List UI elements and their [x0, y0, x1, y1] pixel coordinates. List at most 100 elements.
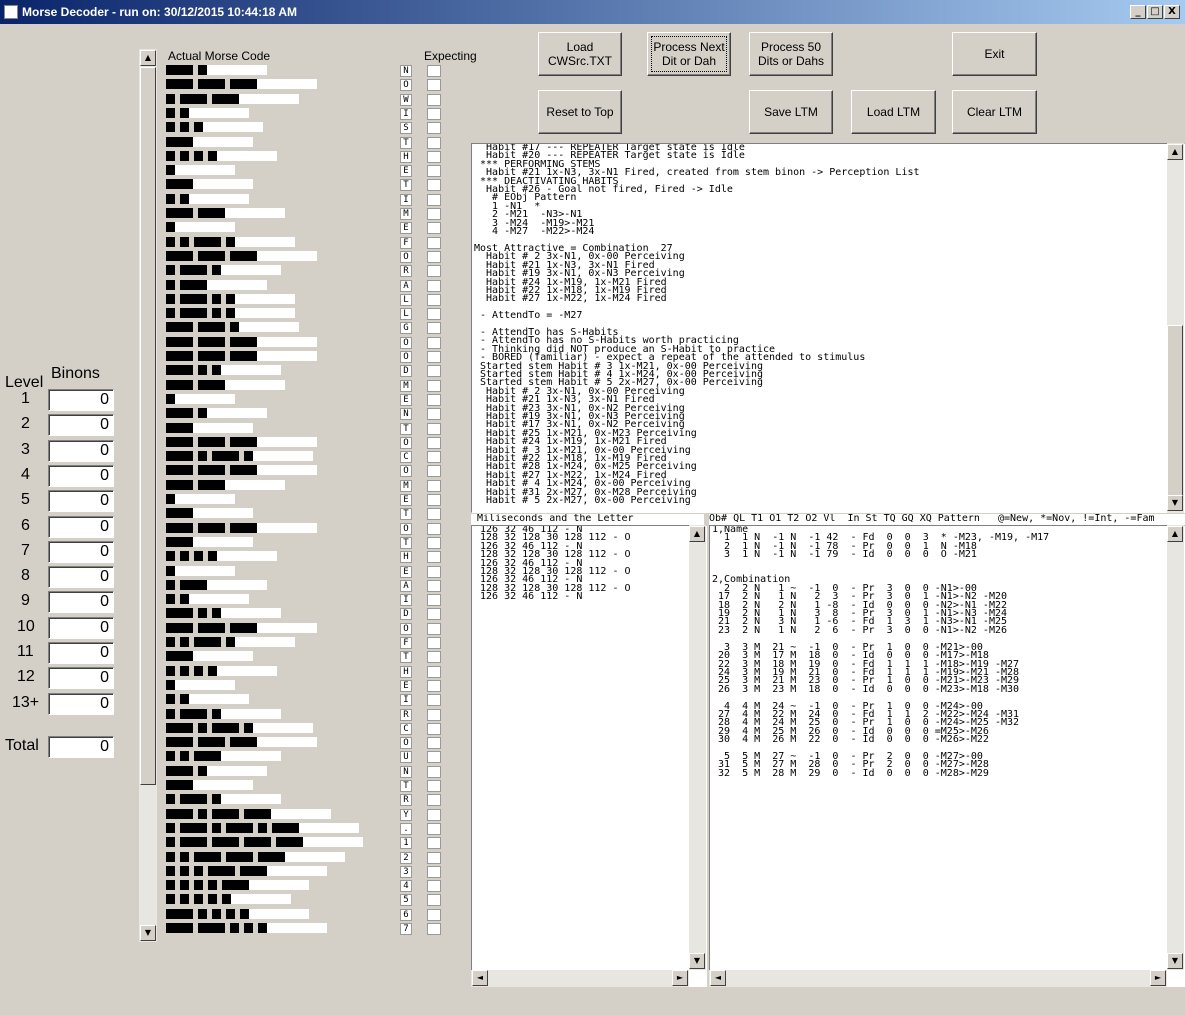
- dit-mark: [198, 65, 207, 75]
- binon-count-field[interactable]: 0: [48, 464, 114, 487]
- expecting-letter: [427, 723, 441, 735]
- silence-mark: [207, 580, 267, 590]
- silence-mark: [217, 666, 277, 676]
- morse-scrollbar[interactable]: ▲ ▼: [139, 49, 157, 942]
- binon-count-field[interactable]: 0: [48, 566, 114, 589]
- exit-button[interactable]: Exit: [952, 32, 1037, 76]
- dit-mark: [166, 880, 175, 890]
- binon-count-field[interactable]: 0: [48, 540, 114, 563]
- silence-mark: [207, 766, 267, 776]
- dah-mark: [230, 465, 257, 475]
- silence-mark: [217, 551, 277, 561]
- actual-letter: 5: [400, 894, 412, 906]
- binon-count-field[interactable]: 0: [48, 490, 114, 513]
- dah-mark: [272, 823, 299, 833]
- binon-count-field[interactable]: 0: [48, 591, 114, 614]
- objects-hscrollbar[interactable]: ◄ ►: [709, 970, 1167, 987]
- scroll-up-arrow-icon[interactable]: ▲: [1167, 526, 1183, 542]
- scroll-up-arrow-icon[interactable]: ▲: [140, 50, 156, 66]
- habits-log-panel[interactable]: Habit #17 --- REPEATER Target state is I…: [471, 143, 1185, 513]
- actual-letter: C: [400, 451, 412, 463]
- clear-ltm-button[interactable]: Clear LTM: [952, 90, 1037, 134]
- binon-count-field[interactable]: 0: [48, 414, 114, 437]
- load-ltm-button[interactable]: Load LTM: [851, 90, 936, 134]
- scroll-down-arrow-icon[interactable]: ▼: [140, 925, 156, 941]
- binon-count-field[interactable]: 0: [48, 389, 114, 411]
- actual-letter: T: [400, 179, 412, 191]
- silence-mark: [253, 723, 313, 733]
- dit-mark: [240, 909, 249, 919]
- scroll-right-arrow-icon[interactable]: ►: [672, 970, 688, 986]
- dah-mark: [226, 823, 253, 833]
- scroll-left-arrow-icon[interactable]: ◄: [472, 970, 488, 986]
- actual-letter: H: [400, 666, 412, 678]
- dah-mark: [166, 322, 193, 332]
- scroll-thumb[interactable]: [1167, 325, 1183, 496]
- silence-mark: [257, 437, 317, 447]
- expecting-letter: [427, 237, 441, 249]
- load-cwsrc-button[interactable]: Load CWSrc.TXT: [538, 32, 622, 76]
- milliseconds-panel[interactable]: 126 32 46 112 - N 128 32 128 30 128 112 …: [471, 525, 707, 987]
- dah-mark: [198, 251, 225, 261]
- dah-mark: [180, 580, 207, 590]
- objects-vscrollbar[interactable]: ▲ ▼: [1167, 525, 1184, 970]
- expecting-letter: [427, 394, 441, 406]
- binon-count-field[interactable]: 0: [48, 515, 114, 538]
- total-field[interactable]: 0: [48, 736, 114, 758]
- scroll-up-arrow-icon[interactable]: ▲: [689, 526, 705, 542]
- expecting-letter: [427, 79, 441, 91]
- ms-vscrollbar[interactable]: ▲ ▼: [689, 525, 706, 970]
- expecting-letter: [427, 666, 441, 678]
- binon-count-field[interactable]: 0: [48, 667, 114, 690]
- dit-mark: [198, 408, 207, 418]
- actual-letter: T: [400, 508, 412, 520]
- binon-count-field[interactable]: 0: [48, 616, 114, 639]
- actual-letter: E: [400, 680, 412, 692]
- scroll-down-arrow-icon[interactable]: ▼: [689, 953, 705, 969]
- scroll-up-arrow-icon[interactable]: ▲: [1167, 144, 1183, 160]
- dah-mark: [198, 322, 225, 332]
- silence-mark: [225, 208, 285, 218]
- objects-panel[interactable]: 1,Name 1 1 N -1 N -1 42 - Fd 0 0 3 * -M2…: [709, 525, 1185, 987]
- silence-mark: [257, 465, 317, 475]
- binon-count-field[interactable]: 0: [48, 642, 114, 664]
- actual-letter: L: [400, 294, 412, 306]
- expecting-letter: [427, 222, 441, 234]
- binon-count-field[interactable]: 0: [48, 439, 114, 462]
- silence-mark: [235, 308, 295, 318]
- silence-mark: [235, 237, 295, 247]
- binon-count-field[interactable]: 0: [48, 692, 114, 715]
- dit-mark: [230, 322, 239, 332]
- close-button[interactable]: X: [1164, 5, 1180, 19]
- dit-mark: [166, 194, 175, 204]
- scroll-thumb[interactable]: [140, 67, 156, 785]
- expecting-letter: [427, 551, 441, 563]
- save-ltm-button[interactable]: Save LTM: [749, 90, 833, 134]
- actual-letter: E: [400, 165, 412, 177]
- scroll-left-arrow-icon[interactable]: ◄: [710, 970, 726, 986]
- ms-hscrollbar[interactable]: ◄ ►: [471, 970, 689, 987]
- expecting-letter: [427, 94, 441, 106]
- process-next-button[interactable]: Process Next Dit or Dah: [647, 32, 731, 76]
- dit-mark: [208, 551, 217, 561]
- scroll-down-arrow-icon[interactable]: ▼: [1167, 495, 1183, 511]
- minimize-button[interactable]: _: [1130, 5, 1146, 19]
- actual-letter: H: [400, 151, 412, 163]
- scroll-right-arrow-icon[interactable]: ►: [1150, 970, 1166, 986]
- level-label: 13+: [12, 693, 40, 711]
- silence-mark: [249, 880, 309, 890]
- actual-letter: O: [400, 251, 412, 263]
- window-title: Morse Decoder - run on: 30/12/2015 10:44…: [22, 5, 297, 19]
- actual-morse-label: Actual Morse Code: [168, 49, 271, 63]
- silence-mark: [189, 108, 249, 118]
- dah-mark: [198, 208, 225, 218]
- process-50-button[interactable]: Process 50 Dits or Dahs: [749, 32, 833, 76]
- silence-mark: [189, 694, 249, 704]
- habits-scrollbar[interactable]: ▲ ▼: [1167, 143, 1184, 513]
- dah-mark: [198, 337, 225, 347]
- maximize-button[interactable]: □: [1147, 5, 1163, 19]
- dit-mark: [166, 122, 175, 132]
- silence-mark: [249, 909, 309, 919]
- scroll-down-arrow-icon[interactable]: ▼: [1167, 953, 1183, 969]
- reset-to-top-button[interactable]: Reset to Top: [538, 90, 622, 134]
